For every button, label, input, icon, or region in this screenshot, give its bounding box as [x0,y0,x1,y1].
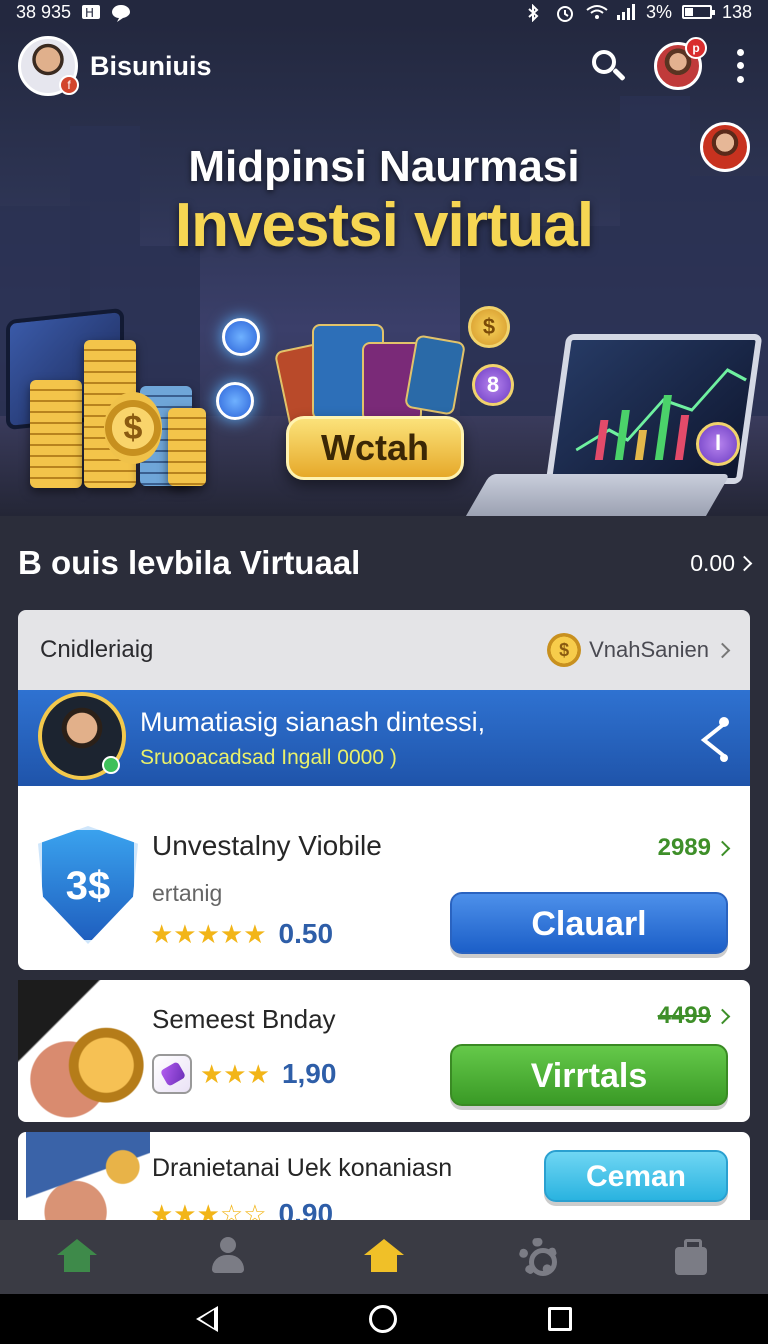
hero-subtitle: Investsi virtual [174,191,594,260]
balance-row[interactable]: B ouis levbila Virtuaal 0.00 [0,540,768,586]
balance-value[interactable]: 0.00 [690,549,753,577]
ceman-button[interactable]: Ceman [544,1150,728,1202]
chevron-right-icon [714,840,731,856]
item-price[interactable]: 4499 [657,1002,731,1030]
online-indicator [102,756,120,774]
balance-amount: 0.00 [690,549,735,576]
shield-icon: 3$ [38,826,138,944]
app-header: f Bisuniuis p [0,36,768,96]
share-icon[interactable] [694,708,734,768]
back-icon[interactable] [195,1306,218,1332]
notification-icon: H [81,4,101,20]
balance-label: B ouis levbila Virtuaal [18,544,361,581]
signal-icon [616,4,636,20]
nav-user-icon[interactable] [208,1235,252,1279]
search-icon[interactable] [584,42,632,90]
dollar-coin-icon: $ [104,392,162,464]
wifi-icon [586,4,608,20]
star-rating: ★★★ 1,90 [200,1058,336,1090]
svg-text:H: H [85,6,94,20]
hero-title: Midpinsi Naurmasi [188,142,580,191]
user-avatar[interactable]: f [18,36,79,96]
panel-link-label: VnahSanien [589,637,709,662]
bluetooth-icon [526,3,546,23]
username[interactable]: Bisuniuis [90,51,212,82]
promo-banner[interactable]: Mumatiasiɡ sianash dintessi, Sruooacadsa… [18,690,750,786]
item-subtitle: ertanig [152,880,223,906]
gem-icon [152,1054,192,1094]
list-item[interactable]: Semeest Bnday ★★★ 1,90 4499 Virrtals [18,980,750,1122]
stars-icon: ★★★★★ [150,918,267,949]
alarm-icon [556,4,576,22]
status-extra: 138 [721,1,752,22]
chat-icon [111,4,131,22]
item-name: Dranietanai Uek konaniasn [152,1154,453,1182]
battery-percent: 3% [645,1,672,22]
virtual-button[interactable]: Virrtals [450,1044,728,1106]
stars-icon: ★★★ [200,1058,270,1089]
price-value: 2989 [657,834,711,861]
badge-icon: $ [468,306,510,348]
pin-icon [216,382,254,420]
nav-bag-icon[interactable] [669,1235,713,1279]
system-navigation [0,1294,768,1344]
list-item[interactable]: Dranietanai Uek konaniasn ★★★☆☆ 0.90 Cem… [18,1132,750,1232]
status-time: 38 935 [16,1,72,22]
panel-link[interactable]: $ VnahSanien [547,633,731,667]
rating-value: 1,90 [281,1058,337,1089]
profile-avatar[interactable]: p [654,37,707,90]
bottom-navigation [0,1220,768,1294]
recents-icon[interactable] [548,1307,573,1331]
watch-button[interactable]: Wctah [286,416,464,480]
promo-title: Mumatiasiɡ sianash dintessi, [140,706,486,737]
chevron-right-icon [714,642,731,658]
home-circle-icon[interactable] [368,1305,397,1333]
coin-stack [168,408,206,486]
product-image [18,980,144,1122]
item-name: Unvestalny Viobile [152,830,382,861]
chevron-right-icon [714,1008,731,1024]
nav-home-icon[interactable] [55,1235,99,1279]
more-options-icon[interactable] [730,46,750,86]
rating-value: 0.50 [278,918,334,949]
battery-icon [681,5,715,19]
chevron-right-icon [736,555,753,571]
price-value: 4499 [657,1002,711,1029]
promo-avatar [38,692,126,780]
status-bar: 38 935 H 3% 138 [0,0,768,24]
laptop-base [449,474,731,516]
hero-banner: f Bisuniuis p Midpinsi Naurmasi Investsi… [0,24,768,516]
promo-subtitle: Sruooacadsad Ingall 0000 ) [140,745,397,769]
coin-stack [30,380,82,488]
profile-badge: p [685,37,707,59]
battery-fill [684,8,693,16]
star-rating: ★★★★★ 0.50 [150,918,333,950]
claim-button[interactable]: Clauarl [450,892,728,954]
coin-icon: $ [547,633,582,667]
item-price[interactable]: 2989 [657,834,731,862]
pin-icon [222,318,260,356]
nav-gear-icon[interactable] [516,1235,560,1279]
item-name: Semeest Bnday [152,1004,336,1034]
info-coin-icon: I [696,422,740,466]
panel-header: Cnidleriaig $ VnahSanien [18,610,750,690]
nav-home-active-icon[interactable] [362,1235,406,1279]
panel-title: Cnidleriaig [40,636,154,663]
list-item[interactable]: 3$ Unvestalny Viobile ertanig ★★★★★ 0.50… [18,786,750,970]
product-image [26,1132,150,1232]
badge-icon: 8 [472,364,514,406]
avatar-badge: f [59,75,79,95]
